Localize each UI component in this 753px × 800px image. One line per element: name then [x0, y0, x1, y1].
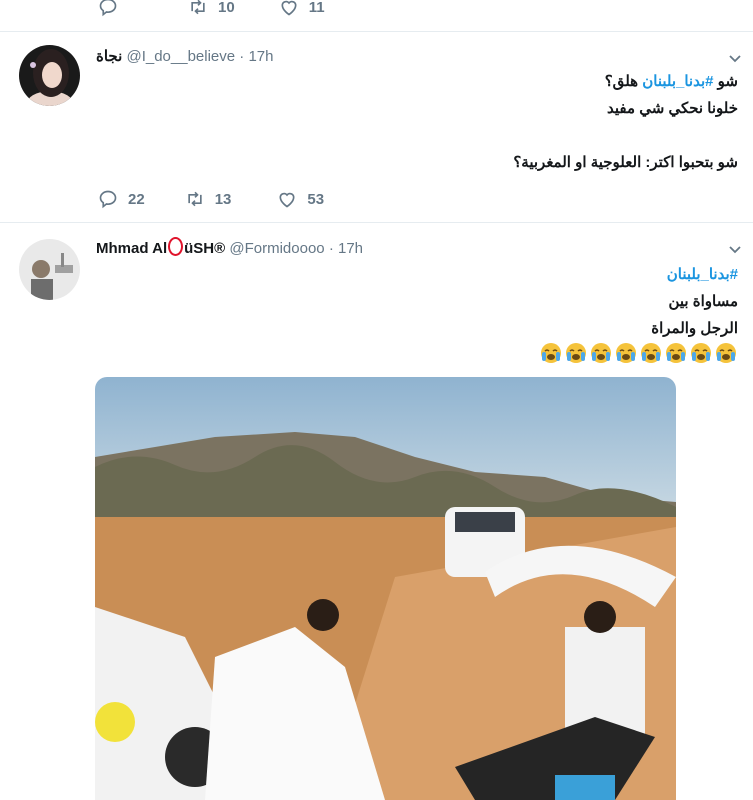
like-count: 53: [307, 190, 325, 208]
hashtag-link[interactable]: #بدنا_بلبنان: [642, 73, 713, 90]
previous-tweet-actions: 10 11: [98, 0, 325, 17]
display-name[interactable]: Mhmad Al üSH®: [96, 237, 225, 257]
display-name[interactable]: نجاة: [96, 48, 122, 65]
handle[interactable]: @I_do__believe: [126, 48, 235, 65]
tweet-line: مساواة بين: [668, 293, 738, 310]
loudly-crying-face-icon: [691, 343, 711, 363]
hashtag-link[interactable]: #بدنا_بلبنان: [539, 261, 738, 288]
tweet-photo[interactable]: [95, 377, 676, 800]
loudly-crying-face-icon: [541, 343, 561, 363]
reply-icon: [99, 190, 117, 209]
tweet-line: شو بتحبوا اكتر: العلوجية او المغربية؟: [513, 154, 738, 171]
retweet-count: 10: [218, 0, 235, 16]
loudly-crying-face-icon: [591, 343, 611, 363]
loudly-crying-face-icon: [566, 343, 586, 363]
retweet-icon: [188, 191, 202, 207]
timestamp[interactable]: 17h: [248, 48, 273, 65]
retweet-icon: [191, 0, 205, 15]
tweet-text: شو #بدنا_بلبنان هلق؟ خلونا نحكي شي مفيد …: [513, 68, 738, 176]
reply-icon: [99, 0, 117, 17]
emoji-row: [539, 342, 738, 364]
retweet-button[interactable]: 13: [185, 189, 232, 209]
tweet-line: خلونا نحكي شي مفيد: [607, 100, 738, 117]
previous-tweet-actions-bar: 10 11: [0, 0, 753, 32]
avatar[interactable]: [19, 45, 80, 106]
reply-count: 22: [128, 190, 145, 208]
red-circle-icon: [168, 237, 184, 256]
avatar[interactable]: [19, 239, 80, 300]
retweet-button[interactable]: 10: [188, 0, 235, 17]
reply-button[interactable]: 22: [98, 189, 145, 209]
tweet-header: Mhmad Al üSH® @Formidoooo · 17h: [96, 237, 363, 257]
retweet-count: 13: [214, 190, 232, 208]
loudly-crying-face-icon: [641, 343, 661, 363]
like-button[interactable]: 11: [279, 0, 325, 17]
heart-icon: [281, 0, 297, 16]
tweet-line: الرجل والمراة: [651, 320, 738, 337]
loudly-crying-face-icon: [616, 343, 636, 363]
wedding-photo-image: [95, 377, 676, 800]
tweet-line: شو #بدنا_بلبنان هلق؟: [604, 73, 738, 90]
tweet-actions: 22 13 53: [98, 189, 324, 209]
tweet-header: نجاة @I_do__believe · 17h: [96, 48, 274, 65]
handle[interactable]: @Formidoooo: [229, 240, 324, 257]
loudly-crying-face-icon: [716, 343, 736, 363]
like-button[interactable]: 53: [277, 189, 324, 209]
timestamp[interactable]: 17h: [338, 240, 363, 257]
chevron-down-icon[interactable]: [728, 52, 742, 66]
heart-icon: [279, 192, 295, 208]
chevron-down-icon[interactable]: [728, 243, 742, 257]
loudly-crying-face-icon: [666, 343, 686, 363]
like-count: 11: [308, 0, 325, 16]
tweet-item[interactable]: نجاة @I_do__believe · 17h شو #بدنا_بلبنا…: [0, 32, 753, 223]
reply-button[interactable]: [98, 0, 118, 17]
tweet-text: #بدنا_بلبنان مساواة بين الرجل والمراة: [539, 261, 738, 364]
